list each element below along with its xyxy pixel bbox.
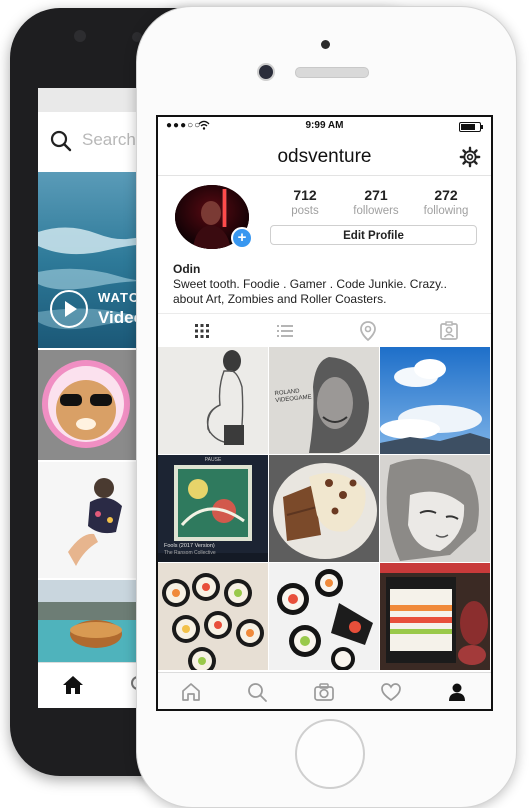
photo-grid: ROLAND VIDEOGAME PAUSE Fools (2017 Versi… xyxy=(158,347,491,675)
anime-girl-sketch-image xyxy=(380,455,490,562)
grid-post[interactable] xyxy=(158,347,268,454)
album-top-text: PAUSE xyxy=(204,457,222,463)
stat-followers-label: followers xyxy=(353,205,399,217)
blue-sky-clouds-image xyxy=(380,347,490,454)
sushi-plate-image xyxy=(269,563,379,670)
sketch-pregnant-woman-image xyxy=(158,347,268,454)
stat-following[interactable]: 272 following xyxy=(411,187,481,217)
search-icon[interactable] xyxy=(246,681,268,703)
add-story-button[interactable]: + xyxy=(231,227,253,249)
stat-followers[interactable]: 271 followers xyxy=(341,187,411,217)
back-phone-camera xyxy=(74,30,86,42)
gear-icon[interactable] xyxy=(459,146,481,168)
grid-icon[interactable] xyxy=(191,320,213,342)
edit-profile-button[interactable]: Edit Profile xyxy=(270,225,477,245)
grid-post[interactable] xyxy=(380,455,490,562)
grid-post[interactable] xyxy=(380,347,490,454)
grid-post[interactable] xyxy=(380,563,490,670)
profile-icon[interactable] xyxy=(446,681,468,703)
album-artist: The Ransom Collective xyxy=(164,550,216,556)
stat-followers-value: 271 xyxy=(364,187,388,203)
location-pin-icon[interactable] xyxy=(357,320,379,342)
stat-posts[interactable]: 712 posts xyxy=(270,187,340,217)
stat-following-label: following xyxy=(423,205,469,217)
home-icon[interactable] xyxy=(180,681,202,703)
profile-bio: Odin Sweet tooth. Foodie . Gamer . Code … xyxy=(173,262,483,307)
stat-posts-value: 712 xyxy=(293,187,317,203)
search-icon xyxy=(50,130,72,152)
bottom-nav xyxy=(158,672,491,709)
home-button[interactable] xyxy=(295,719,365,789)
grid-post[interactable] xyxy=(158,563,268,670)
sushi-making-image xyxy=(380,563,490,670)
back-search-placeholder: Search xyxy=(82,130,136,149)
bio-line-2: about Art, Zombies and Roller Coasters. xyxy=(173,292,387,306)
status-bar: ●●●○○ 9:99 AM xyxy=(158,117,491,135)
sushi-rolls-image xyxy=(158,563,268,670)
grid-post[interactable] xyxy=(269,563,379,670)
album-title: Fools (2017 Version) xyxy=(164,543,215,549)
stat-posts-label: posts xyxy=(291,205,319,217)
tagged-person-icon[interactable] xyxy=(438,320,460,342)
home-icon[interactable] xyxy=(62,675,84,695)
front-phone-sensor xyxy=(321,40,330,49)
front-camera xyxy=(257,63,275,81)
profile-header: odsventure xyxy=(158,137,491,176)
profile-screen: ●●●○○ 9:99 AM odsventure + 712 posts 271… xyxy=(156,115,493,711)
camera-icon[interactable] xyxy=(313,681,335,703)
play-icon xyxy=(50,290,88,328)
stat-following-value: 272 xyxy=(434,187,458,203)
list-icon[interactable] xyxy=(274,320,296,342)
battery-level xyxy=(461,124,475,130)
status-time: 9:99 AM xyxy=(305,120,344,131)
earpiece-speaker xyxy=(295,67,369,78)
battery-icon xyxy=(459,122,483,132)
grid-post[interactable]: ROLAND VIDEOGAME xyxy=(269,347,379,454)
grid-post[interactable] xyxy=(269,455,379,562)
bio-name: Odin xyxy=(173,262,201,276)
brownies-cream-image xyxy=(269,455,379,562)
heart-icon[interactable] xyxy=(380,681,402,703)
grid-post[interactable]: PAUSE Fools (2017 Version) The Ransom Co… xyxy=(158,455,268,562)
profile-username: odsventure xyxy=(277,146,372,167)
bio-line-1: Sweet tooth. Foodie . Gamer . Code Junki… xyxy=(173,277,447,291)
profile-view-tabs xyxy=(158,313,491,348)
